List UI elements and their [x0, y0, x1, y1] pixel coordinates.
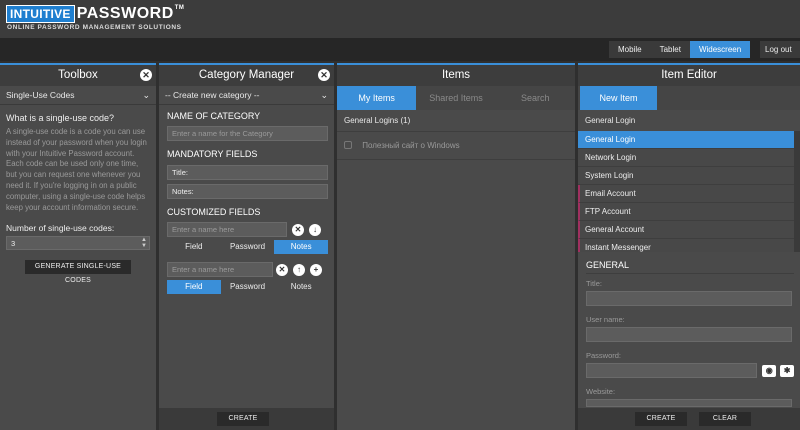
item-type-selected[interactable]: General Login [578, 110, 800, 131]
title-field-label: Title: [586, 279, 602, 288]
generate-codes-button[interactable]: GENERATE SINGLE-USE CODES [25, 260, 131, 284]
list-item[interactable]: Email Account [578, 185, 794, 203]
category-name-input[interactable]: Enter a name for the Category [167, 126, 328, 141]
toolbox-panel: Toolbox ✕ Single-Use Codes ⌄ What is a s… [0, 63, 156, 430]
chevron-down-icon: ⌄ [320, 90, 328, 100]
item-type-list: General Login Network Login System Login… [578, 131, 800, 252]
close-icon[interactable]: ✕ [140, 69, 152, 81]
customized-fields-label: CUSTOMIZED FIELDS [167, 207, 261, 217]
code-count-input[interactable]: 3 [6, 236, 150, 251]
type-notes-option[interactable]: Notes [274, 280, 329, 294]
website-field-label: Website: [586, 387, 616, 396]
mandatory-title-field: Title: [167, 165, 328, 180]
editor-footer: CREATE CLEAR [578, 408, 800, 430]
create-category-button[interactable]: CREATE [217, 412, 269, 426]
create-item-button[interactable]: CREATE [635, 412, 687, 426]
item-editor-panel: Item Editor New Item General Login Gener… [578, 63, 800, 430]
editor-tabs: New Item [578, 86, 800, 110]
type-field-option[interactable]: Field [167, 280, 221, 294]
tab-new-item[interactable]: New Item [580, 86, 657, 110]
stepper-icon[interactable]: ▲ ▼ [141, 237, 147, 249]
close-icon[interactable]: ✕ [318, 69, 330, 81]
list-item[interactable]: FTP Account [578, 203, 794, 221]
items-group-header[interactable]: General Logins (1) [337, 110, 575, 132]
view-mobile-button[interactable]: Mobile [609, 41, 651, 58]
password-input[interactable] [586, 363, 758, 378]
logo-word: PASSWORDTM [76, 5, 185, 22]
items-tabs: My Items Shared Items Search [337, 86, 575, 110]
list-item[interactable]: Instant Messenger [578, 239, 794, 252]
tab-my-items[interactable]: My Items [337, 86, 417, 110]
type-field-option[interactable]: Field [167, 240, 221, 254]
toolbox-select[interactable]: Single-Use Codes ⌄ [0, 86, 156, 105]
view-widescreen-button[interactable]: Widescreen [689, 41, 751, 58]
custom-field-type-2: Field Password Notes [167, 280, 329, 294]
logo-tagline: ONLINE PASSWORD MANAGEMENT SOLUTIONS [7, 24, 182, 31]
item-editor-title: Item Editor [578, 65, 800, 86]
mandatory-notes-field: Notes: [167, 184, 328, 199]
category-title: Category Manager ✕ [159, 65, 334, 86]
logo-box: INTUITIVE [6, 5, 75, 23]
items-panel: Items My Items Shared Items Search Gener… [337, 63, 575, 430]
mandatory-fields-label: MANDATORY FIELDS [167, 149, 258, 159]
custom-field-row-1: Enter a name here ✕ ↓ [167, 222, 328, 237]
custom-field-name-input[interactable]: Enter a name here [167, 262, 273, 277]
password-field-label: Password: [586, 351, 622, 360]
delete-icon[interactable]: ✕ [292, 223, 304, 236]
title-input[interactable] [586, 291, 792, 306]
list-item[interactable]: Полезный сайт о Windows [337, 132, 575, 160]
tab-search[interactable]: Search [496, 86, 575, 110]
login-item-icon [344, 140, 352, 149]
generate-password-icon[interactable]: ✱ [780, 364, 794, 377]
username-field-label: User name: [586, 315, 625, 324]
custom-field-row-2: Enter a name here ✕ ↑ + [167, 262, 328, 277]
name-of-category-label: NAME OF CATEGORY [167, 111, 261, 121]
category-footer: CREATE [159, 408, 334, 430]
custom-field-name-input[interactable]: Enter a name here [167, 222, 287, 237]
website-input[interactable] [586, 399, 792, 407]
list-item[interactable]: General Account [578, 221, 794, 239]
type-password-option[interactable]: Password [220, 240, 275, 254]
username-input[interactable] [586, 327, 792, 342]
items-title: Items [337, 65, 575, 86]
clear-button[interactable]: CLEAR [699, 412, 751, 426]
logo: INTUITIVE PASSWORDTM ONLINE PASSWORD MAN… [6, 5, 184, 31]
list-item[interactable]: Network Login [578, 149, 794, 167]
category-manager-panel: Category Manager ✕ -- Create new categor… [159, 63, 334, 430]
toolbox-question: What is a single-use code? [6, 113, 115, 123]
eye-icon[interactable]: ◉ [762, 364, 777, 377]
tab-shared-items[interactable]: Shared Items [416, 86, 495, 110]
app-header: INTUITIVE PASSWORDTM ONLINE PASSWORD MAN… [0, 0, 800, 38]
type-password-option[interactable]: Password [220, 280, 275, 294]
arrow-down-icon[interactable]: ↓ [309, 223, 321, 236]
add-icon[interactable]: + [310, 263, 322, 276]
category-select[interactable]: -- Create new category -- ⌄ [159, 86, 334, 105]
general-section-label: GENERAL [586, 260, 794, 274]
type-notes-option[interactable]: Notes [274, 240, 329, 254]
list-item[interactable]: General Login [578, 131, 794, 149]
chevron-down-icon: ⌄ [142, 90, 150, 100]
toolbox-title: Toolbox ✕ [0, 65, 156, 86]
logout-button[interactable]: Log out [760, 41, 800, 58]
list-item[interactable]: System Login [578, 167, 794, 185]
arrow-up-icon[interactable]: ↑ [293, 263, 305, 276]
view-tablet-button[interactable]: Tablet [651, 41, 690, 58]
view-switcher: Mobile Tablet Widescreen [609, 41, 751, 58]
toolbox-description: A single-use code is a code you can use … [6, 127, 147, 212]
delete-icon[interactable]: ✕ [276, 263, 288, 276]
code-count-label: Number of single-use codes: [6, 223, 115, 234]
custom-field-type-1: Field Password Notes [167, 240, 329, 254]
